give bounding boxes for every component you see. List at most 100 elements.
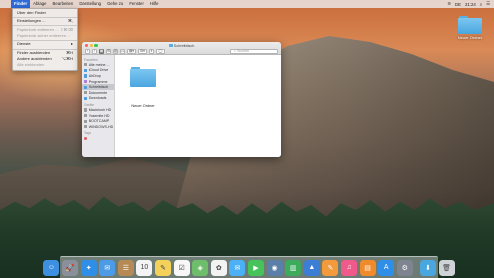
- documents-icon: [84, 91, 88, 95]
- menu-finder[interactable]: Finder: [11, 0, 31, 8]
- menu-ablage[interactable]: Ablage: [30, 0, 49, 8]
- sidebar-item-label: Programme: [88, 79, 108, 84]
- finder-menu-dropdown: Über den Finder Einstellungen ... ⌘, Papier…: [12, 8, 78, 71]
- finder-sidebar: Favoriten Alle meine ... iCloud Drive AirDr…: [82, 55, 115, 157]
- pages-icon[interactable]: ✎: [322, 259, 339, 276]
- dock: ☺ 🚀 ✦ ✉ ☰ 10 ✎ ☑ ◈ ✿ ✉ ▶ ◉ ▥ ▲ ✎ ♫ ▤ A ⚙ ⬇ 🗑: [43, 256, 455, 278]
- share-button[interactable]: ⇪: [149, 48, 154, 54]
- cover-flow-button[interactable]: ▭: [120, 48, 125, 54]
- reminders-icon[interactable]: ☑: [173, 259, 190, 276]
- search-field[interactable]: ⌕: [230, 48, 278, 54]
- desktop-folder-label: Neuer Ordner: [457, 35, 483, 40]
- keynote-icon[interactable]: ▲: [303, 259, 320, 276]
- sidebar-item-label: Downloads: [88, 96, 107, 101]
- menu-item-shortcut: ⌘,: [67, 18, 73, 24]
- content-folder[interactable]: Neuer Ordner: [127, 67, 159, 108]
- folder-icon: [458, 16, 482, 34]
- app-store-icon[interactable]: A: [378, 259, 395, 276]
- tags-button[interactable]: ◯: [156, 48, 165, 54]
- launchpad-icon[interactable]: 🚀: [62, 259, 79, 276]
- spotlight-icon[interactable]: ⌕: [480, 2, 482, 7]
- notification-center-icon[interactable]: ☰: [486, 1, 490, 7]
- trash-icon[interactable]: 🗑: [438, 259, 455, 276]
- arrange-button[interactable]: ▤▾: [127, 48, 136, 54]
- notes-icon[interactable]: ✎: [155, 259, 172, 276]
- window-title-text: Schreibtisch: [173, 43, 195, 48]
- airdrop-icon: [84, 74, 88, 78]
- menu-item-shortcut: ⌥⌘H: [61, 56, 74, 62]
- sidebar-item-label: Dokumente: [88, 90, 108, 95]
- search-input[interactable]: [237, 49, 276, 53]
- column-view-button[interactable]: ▥: [113, 48, 118, 54]
- sidebar-item-label: iCloud Drive: [88, 68, 109, 73]
- menu-item-label: Dienste: [17, 41, 31, 47]
- toolbar-buttons: ‹ › ▦ ☰ ▥ ▭ ▤▾ ⚙▾ ⇪ ◯: [85, 48, 165, 54]
- action-button[interactable]: ⚙▾: [138, 48, 147, 54]
- menu-fenster[interactable]: Fenster: [126, 0, 147, 8]
- finder-menu-item: Papierkorb sicher entleeren ...: [13, 33, 77, 39]
- menu-darstellung[interactable]: Darstellung: [76, 0, 104, 8]
- finder-icon[interactable]: ☺: [43, 259, 60, 276]
- finder-menu-item: Alle einblenden: [13, 62, 77, 68]
- finder-menu-item[interactable]: Einstellungen ... ⌘,: [13, 18, 77, 24]
- menu-item-label: Alle einblenden: [17, 62, 45, 68]
- sidebar-item-label: Alle meine ...: [88, 62, 110, 67]
- menu-item-label: Über den Finder: [17, 10, 46, 15]
- icon-view-button[interactable]: ▦: [99, 48, 104, 54]
- finder-content: Neuer Ordner: [115, 55, 281, 157]
- clock[interactable]: 21:24: [465, 2, 476, 7]
- disk-icon: [84, 113, 88, 118]
- itunes-icon[interactable]: ♫: [340, 259, 357, 276]
- messages-icon[interactable]: ✉: [229, 259, 246, 276]
- menu-item-shortcut: ▸: [70, 41, 73, 47]
- sidebar-item-label: Yosemite HD: [88, 113, 110, 118]
- forward-button[interactable]: ›: [92, 48, 97, 54]
- sidebar-item-label: WINDOWS-HD: [88, 124, 114, 129]
- disk-icon: [84, 119, 88, 123]
- menu-item-label: Papierkorb sicher entleeren ...: [17, 33, 71, 39]
- menubar: Finder Ablage Bearbeiten Darstellung Geh…: [0, 0, 494, 8]
- search-icon: ⌕: [234, 49, 237, 53]
- back-button[interactable]: ‹: [85, 48, 90, 54]
- system-preferences-icon[interactable]: ⚙: [396, 259, 413, 276]
- contacts-icon[interactable]: ☰: [117, 259, 134, 276]
- window-title: Schreibtisch: [82, 44, 281, 48]
- finder-toolbar: Schreibtisch ‹ › ▦ ☰ ▥ ▭ ▤▾ ⚙▾ ⇪ ◯ ⌕: [82, 42, 281, 55]
- language-indicator[interactable]: DE: [455, 2, 461, 7]
- cloud-icon: [84, 68, 88, 72]
- status-area: ≋ DE 21:24 ⌕ ☰: [447, 1, 490, 7]
- folder-icon: [130, 67, 156, 87]
- downloads-icon: [84, 96, 88, 100]
- title-folder-icon: [168, 44, 173, 47]
- facetime-icon[interactable]: ▶: [248, 259, 264, 276]
- finder-window: Schreibtisch ‹ › ▦ ☰ ▥ ▭ ▤▾ ⚙▾ ⇪ ◯ ⌕ Fav…: [82, 42, 281, 157]
- downloads-stack-icon[interactable]: ⬇: [419, 259, 436, 276]
- all-files-icon: [84, 63, 88, 67]
- mail-icon[interactable]: ✉: [99, 259, 116, 276]
- menu-gehe-zu[interactable]: Gehe zu: [104, 0, 126, 8]
- maps-icon[interactable]: ◈: [192, 259, 209, 276]
- ibooks-icon[interactable]: ▤: [359, 259, 376, 276]
- sidebar-item-label: Schreibtisch: [88, 85, 109, 90]
- menu-item-label: Einstellungen ...: [17, 18, 46, 24]
- wifi-icon[interactable]: ≋: [447, 1, 451, 7]
- content-folder-label: Neuer Ordner: [131, 104, 155, 108]
- sidebar-item-label: Macintosh HD: [88, 107, 112, 112]
- tag-red-icon: [84, 136, 88, 140]
- desktop-folder[interactable]: Neuer Ordner: [455, 16, 485, 40]
- disk-icon: [84, 125, 88, 129]
- numbers-icon[interactable]: ▥: [285, 259, 302, 276]
- finder-menu-item[interactable]: Dienste ▸: [13, 41, 77, 47]
- photos-icon[interactable]: ✿: [210, 259, 227, 276]
- finder-menu-item[interactable]: Über den Finder: [13, 10, 77, 16]
- sidebar-item-label: AirDrop: [88, 73, 101, 78]
- list-view-button[interactable]: ☰: [106, 48, 111, 54]
- menu-bearbeiten[interactable]: Bearbeiten: [50, 0, 77, 8]
- sidebar-item[interactable]: [82, 136, 114, 142]
- calendar-icon[interactable]: 10: [136, 259, 153, 276]
- desktop-icon: [84, 85, 88, 89]
- iphoto-icon[interactable]: ◉: [266, 259, 283, 276]
- menu-hilfe[interactable]: Hilfe: [147, 0, 162, 8]
- applications-icon: [84, 79, 88, 84]
- safari-icon[interactable]: ✦: [80, 259, 97, 276]
